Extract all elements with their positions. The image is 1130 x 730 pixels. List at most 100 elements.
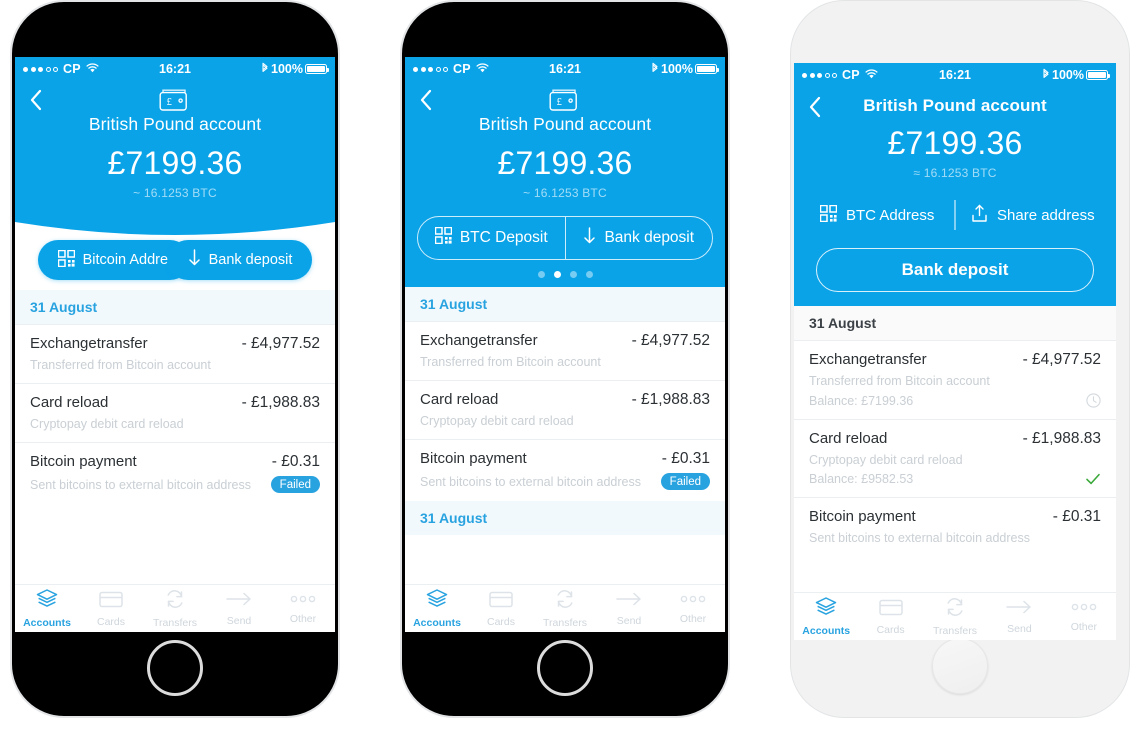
transaction-amount: - £0.31 — [661, 450, 710, 467]
arrow-right-icon — [226, 591, 252, 612]
balance-btc-equivalent: ≈ 16.1253 BTC — [913, 166, 997, 180]
bank-deposit-label: Bank deposit — [901, 260, 1009, 279]
table-row[interactable]: Bitcoin payment - £0.31 Sent bitcoins to… — [794, 497, 1116, 556]
tab-label: Accounts — [23, 616, 71, 629]
bitcoin-address-button[interactable]: Bitcoin Address — [37, 240, 190, 280]
bank-deposit-label: Bank deposit — [208, 252, 293, 268]
page-dot[interactable] — [585, 271, 593, 278]
tab-transfers[interactable]: Transfers — [533, 589, 597, 629]
transaction-title: Bitcoin payment — [809, 508, 916, 525]
tab-label: Accounts — [802, 624, 851, 637]
balance-amount: £7199.36 — [887, 125, 1023, 161]
account-header: £ British Pound account £7199.36 ~ 16.12… — [15, 81, 335, 218]
page-dot[interactable] — [569, 271, 577, 278]
page-indicator[interactable] — [405, 260, 725, 287]
tab-cards[interactable]: Cards — [79, 590, 143, 628]
tab-label: Other — [1070, 621, 1097, 633]
balance-btc-equivalent: ~ 16.1253 BTC — [523, 186, 607, 200]
back-button[interactable] — [29, 89, 51, 111]
transaction-description: Cryptopay debit card reload — [30, 417, 184, 431]
tab-transfers[interactable]: Transfers — [923, 597, 987, 637]
arrow-down-icon — [188, 249, 201, 271]
bank-deposit-button[interactable]: Bank deposit — [564, 217, 713, 259]
tab-accounts[interactable]: Accounts — [15, 588, 79, 629]
bank-deposit-button[interactable]: Bank deposit — [167, 240, 313, 280]
carrier-label: CP — [63, 62, 81, 76]
table-row[interactable]: Card reload - £1,988.83 Cryptopay debit … — [794, 419, 1116, 497]
tab-accounts[interactable]: Accounts — [794, 596, 858, 637]
tab-other[interactable]: Other — [271, 592, 335, 625]
qr-code-icon — [57, 249, 75, 271]
transaction-amount: - £1,988.83 — [631, 391, 710, 408]
share-address-button[interactable]: Share address — [956, 204, 1110, 227]
status-bar: CP 16:21 100% — [794, 63, 1116, 87]
tab-other[interactable]: Other — [1052, 600, 1116, 633]
transaction-description: Transferred from Bitcoin account — [30, 358, 211, 372]
transaction-title: Exchangetransfer — [809, 351, 927, 368]
ellipsis-icon — [679, 592, 707, 610]
date-header: 31 August — [15, 290, 335, 324]
table-row[interactable]: Exchangetransfer - £4,977.52 Transferred… — [15, 324, 335, 383]
tab-transfers[interactable]: Transfers — [143, 589, 207, 629]
transaction-list[interactable]: 31 August Exchangetransfer - £4,977.52 T… — [15, 290, 335, 584]
tab-cards[interactable]: Cards — [469, 590, 533, 628]
transaction-amount: - £1,988.83 — [1022, 430, 1101, 447]
tab-other[interactable]: Other — [661, 592, 725, 625]
transaction-list[interactable]: 31 August Exchangetransfer - £4,977.52 T… — [405, 287, 725, 584]
share-upload-icon — [971, 204, 988, 227]
transaction-description: Transferred from Bitcoin account — [420, 355, 601, 369]
layers-icon — [36, 588, 58, 614]
transaction-description: Transferred from Bitcoin account — [809, 374, 990, 388]
tab-label: Cards — [96, 615, 125, 628]
screen-two: CP 16:21 100% £ British Pound account £7… — [405, 57, 725, 632]
layers-icon — [426, 588, 448, 614]
btc-deposit-button[interactable]: BTC Deposit — [418, 217, 565, 259]
tab-accounts[interactable]: Accounts — [405, 588, 469, 629]
ellipsis-icon — [1070, 600, 1098, 618]
transaction-title: Bitcoin payment — [30, 453, 137, 470]
battery-icon — [1086, 70, 1110, 80]
carrier-label: CP — [453, 62, 471, 76]
tab-send[interactable]: Send — [207, 591, 271, 627]
home-button[interactable] — [932, 638, 988, 694]
tab-send[interactable]: Send — [597, 591, 661, 627]
page-dot[interactable] — [537, 271, 545, 278]
back-button[interactable] — [808, 96, 830, 118]
back-button[interactable] — [419, 89, 441, 111]
page-dot-active[interactable] — [553, 271, 561, 278]
transaction-amount: - £4,977.52 — [241, 335, 320, 352]
table-row[interactable]: Bitcoin payment - £0.31 Sent bitcoins to… — [405, 439, 725, 501]
account-header: British Pound account £7199.36 ≈ 16.1253… — [794, 87, 1116, 306]
wallet-icon: £ — [15, 81, 335, 114]
tab-cards[interactable]: Cards — [858, 598, 922, 636]
transaction-list[interactable]: 31 August Exchangetransfer - £4,977.52 T… — [794, 306, 1116, 592]
phone-two: CP 16:21 100% £ British Pound account £7… — [400, 0, 730, 718]
tab-label: Cards — [876, 623, 905, 636]
status-badge: Failed — [270, 476, 320, 493]
table-row[interactable]: Exchangetransfer - £4,977.52 Transferred… — [794, 340, 1116, 419]
tab-label: Transfers — [933, 624, 977, 637]
page-title: British Pound account — [478, 114, 652, 134]
tab-label: Transfers — [543, 616, 587, 629]
battery-icon — [305, 64, 329, 74]
date-header: 31 August — [794, 306, 1116, 340]
battery-percent-label: 100% — [271, 62, 303, 76]
table-row[interactable]: Bitcoin payment - £0.31 Sent bitcoins to… — [15, 442, 335, 504]
bluetooth-icon — [1042, 68, 1050, 83]
home-button[interactable] — [537, 640, 593, 696]
signal-strength-icon — [23, 66, 58, 72]
table-row[interactable]: Card reload - £1,988.83 Cryptopay debit … — [15, 383, 335, 442]
status-bar-left: CP — [413, 62, 489, 76]
share-address-label: Share address — [997, 206, 1095, 224]
ellipsis-icon — [289, 592, 317, 610]
btc-address-button[interactable]: BTC Address — [800, 204, 954, 226]
tab-send[interactable]: Send — [987, 599, 1051, 635]
table-row[interactable]: Exchangetransfer - £4,977.52 Transferred… — [405, 321, 725, 380]
bank-deposit-button[interactable]: Bank deposit — [816, 248, 1094, 292]
bottom-tab-bar: Accounts Cards Transfers Send Other — [15, 584, 335, 632]
arrow-right-icon — [616, 591, 642, 612]
table-row[interactable]: Card reload - £1,988.83 Cryptopay debit … — [405, 380, 725, 439]
status-bar: CP 16:21 100% — [15, 57, 335, 81]
transaction-amount: - £4,977.52 — [1022, 351, 1101, 368]
home-button[interactable] — [147, 640, 203, 696]
